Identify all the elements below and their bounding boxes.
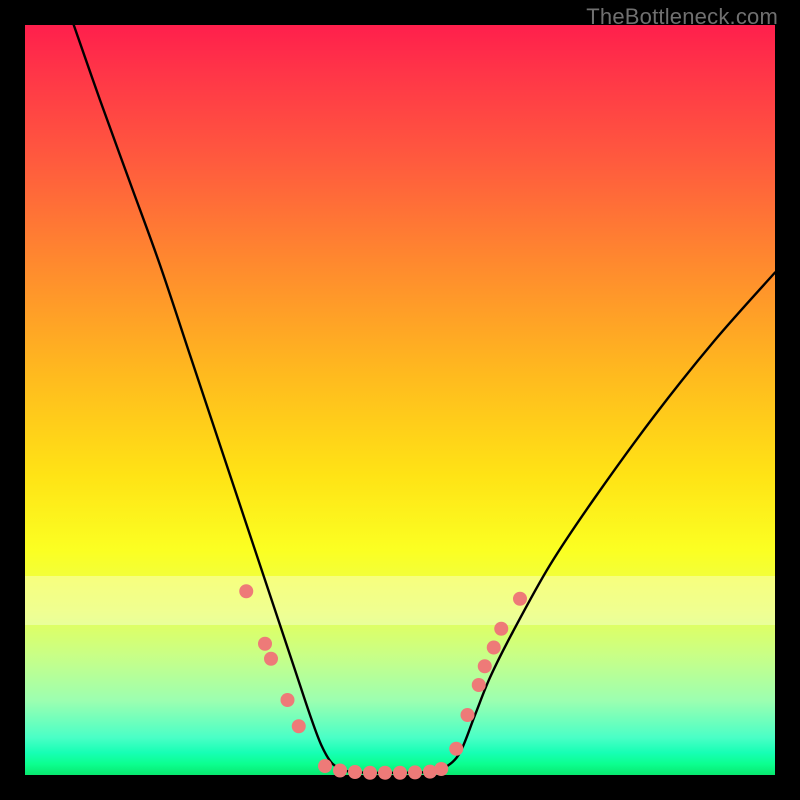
data-point: [348, 765, 362, 779]
plot-area: [25, 25, 775, 775]
data-point: [461, 708, 475, 722]
data-point: [258, 637, 272, 651]
chart-svg: [25, 25, 775, 775]
data-point: [292, 719, 306, 733]
data-point: [434, 762, 448, 776]
data-point: [513, 592, 527, 606]
data-point: [472, 678, 486, 692]
data-point: [239, 584, 253, 598]
data-point: [393, 766, 407, 780]
data-point: [281, 693, 295, 707]
data-point: [378, 766, 392, 780]
data-point: [408, 765, 422, 779]
scatter-points: [239, 584, 527, 780]
data-point: [264, 652, 278, 666]
data-point: [478, 659, 492, 673]
chart-frame: { "watermark": "TheBottleneck.com", "cha…: [0, 0, 800, 800]
data-point: [318, 759, 332, 773]
data-point: [363, 766, 377, 780]
data-point: [333, 764, 347, 778]
data-point: [449, 742, 463, 756]
data-point: [487, 641, 501, 655]
bottleneck-curve: [74, 25, 775, 773]
data-point: [494, 622, 508, 636]
